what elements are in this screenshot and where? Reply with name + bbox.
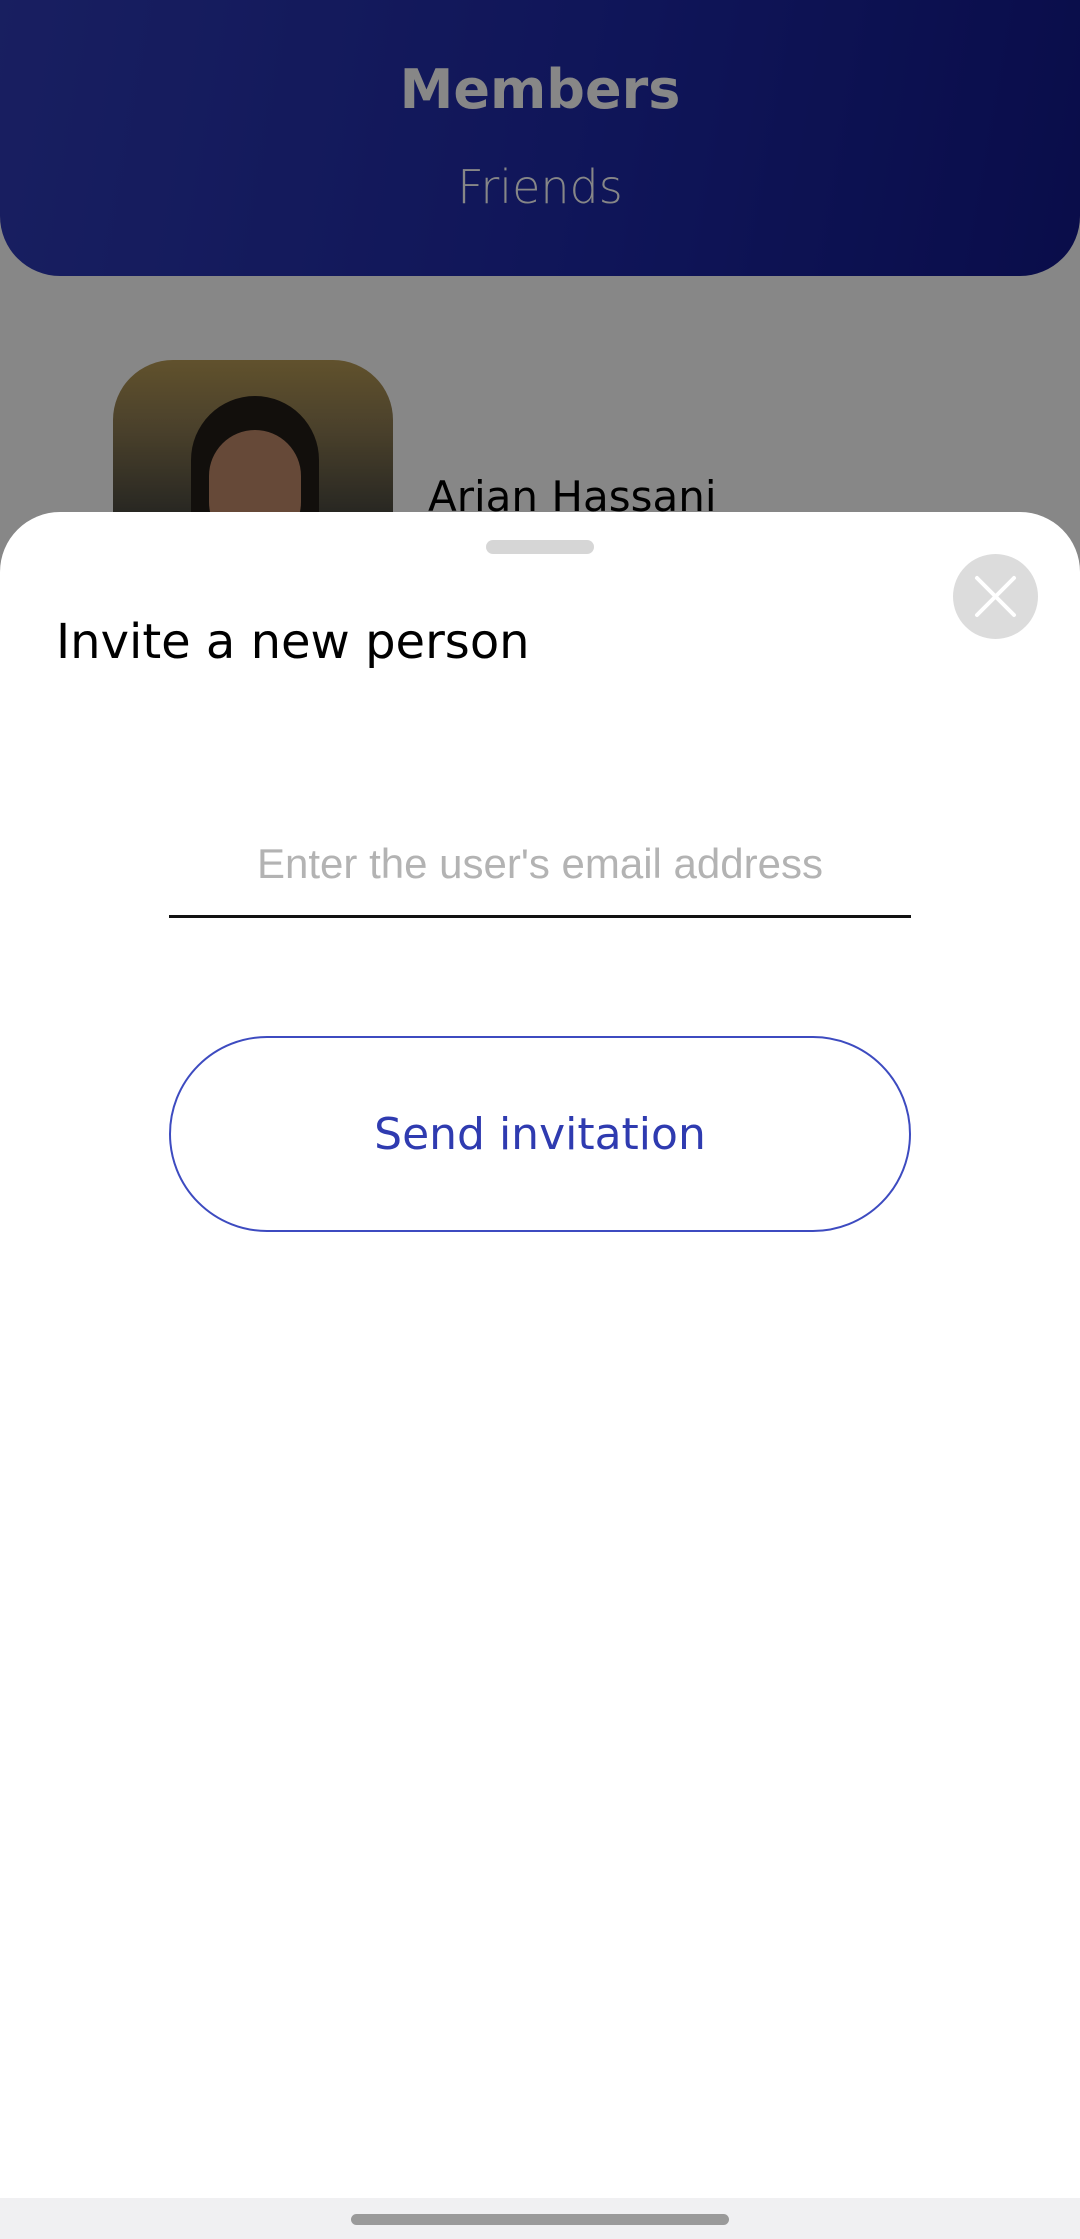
close-icon <box>975 576 1016 617</box>
send-invitation-button[interactable]: Send invitation <box>169 1036 911 1232</box>
close-button[interactable] <box>953 554 1038 639</box>
home-indicator[interactable] <box>351 2214 729 2225</box>
email-input[interactable] <box>169 812 911 918</box>
invite-bottom-sheet: Invite a new person Send invitation <box>0 512 1080 2198</box>
system-navigation-bar <box>0 2198 1080 2239</box>
screen: Members Friends Arian Hassani Invite a n… <box>0 0 1080 2239</box>
sheet-title: Invite a new person <box>56 614 530 670</box>
send-invitation-label: Send invitation <box>374 1108 706 1160</box>
sheet-drag-handle[interactable] <box>486 540 594 554</box>
